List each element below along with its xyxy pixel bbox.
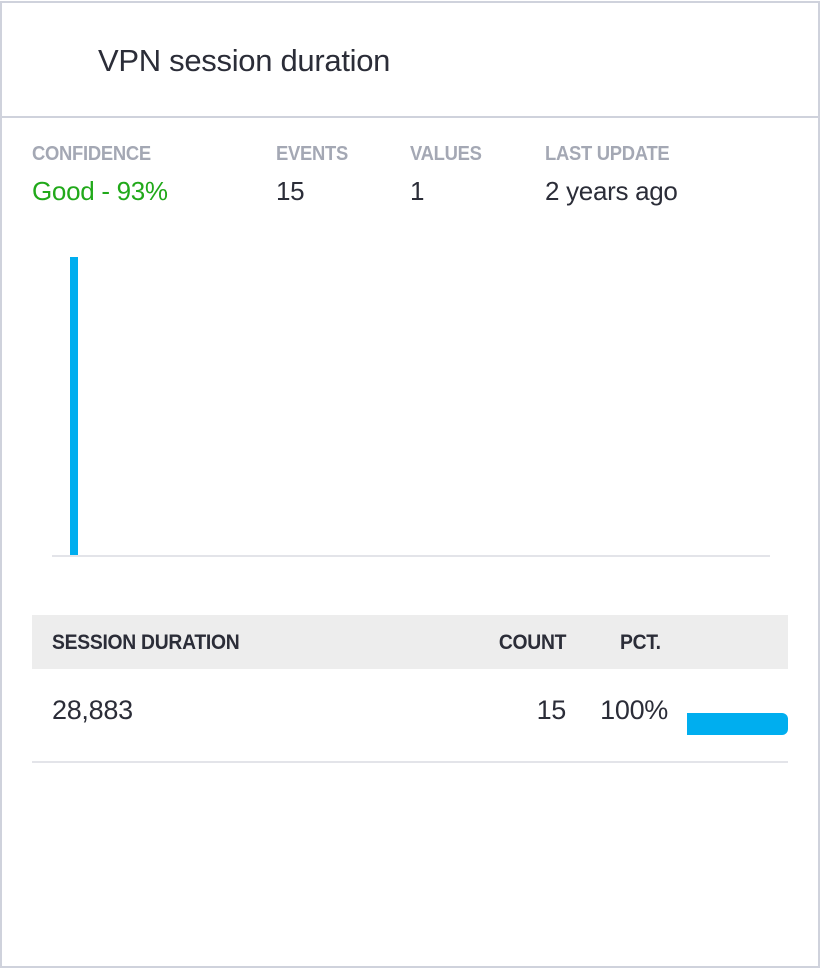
stat-label: VALUES (410, 143, 482, 165)
table-header: SESSION DURATION COUNT PCT. (32, 615, 788, 669)
chart-bars (70, 257, 78, 555)
card-title: VPN session duration (98, 43, 391, 78)
cell-session-duration: 28,883 (52, 695, 133, 725)
confidence-value: Good - 93% (32, 176, 168, 206)
column-header-session-duration[interactable]: SESSION DURATION (52, 631, 240, 655)
values-value: 1 (410, 176, 425, 206)
values-table: SESSION DURATION COUNT PCT. 28,883 15 10… (32, 615, 788, 763)
chart-svg (52, 257, 770, 557)
vpn-session-duration-card: VPN session duration CONFIDENCE Good - 9… (0, 1, 820, 968)
card-header: VPN session duration (2, 3, 818, 118)
stat-label: CONFIDENCE (32, 143, 151, 165)
stat-label: EVENTS (276, 143, 348, 165)
pct-bar (687, 713, 788, 735)
events-value: 15 (276, 176, 305, 206)
cell-count: 15 (536, 695, 567, 725)
column-header-pct[interactable]: PCT. (620, 631, 661, 655)
stat-values: VALUES 1 (410, 143, 488, 207)
stat-confidence: CONFIDENCE Good - 93% (32, 143, 168, 207)
column-header-count[interactable]: COUNT (499, 631, 567, 655)
cell-pct: 100% (600, 695, 668, 725)
last-update-value: 2 years ago (545, 176, 678, 206)
stat-events: EVENTS 15 (276, 143, 354, 207)
chart-bar[interactable] (70, 257, 78, 555)
stat-last-update: LAST UPDATE 2 years ago (545, 143, 680, 207)
pct-bar-track (687, 713, 788, 735)
distribution-chart (52, 253, 770, 559)
stat-label: LAST UPDATE (545, 143, 670, 165)
table-row[interactable]: 28,883 15 100% (32, 669, 788, 763)
